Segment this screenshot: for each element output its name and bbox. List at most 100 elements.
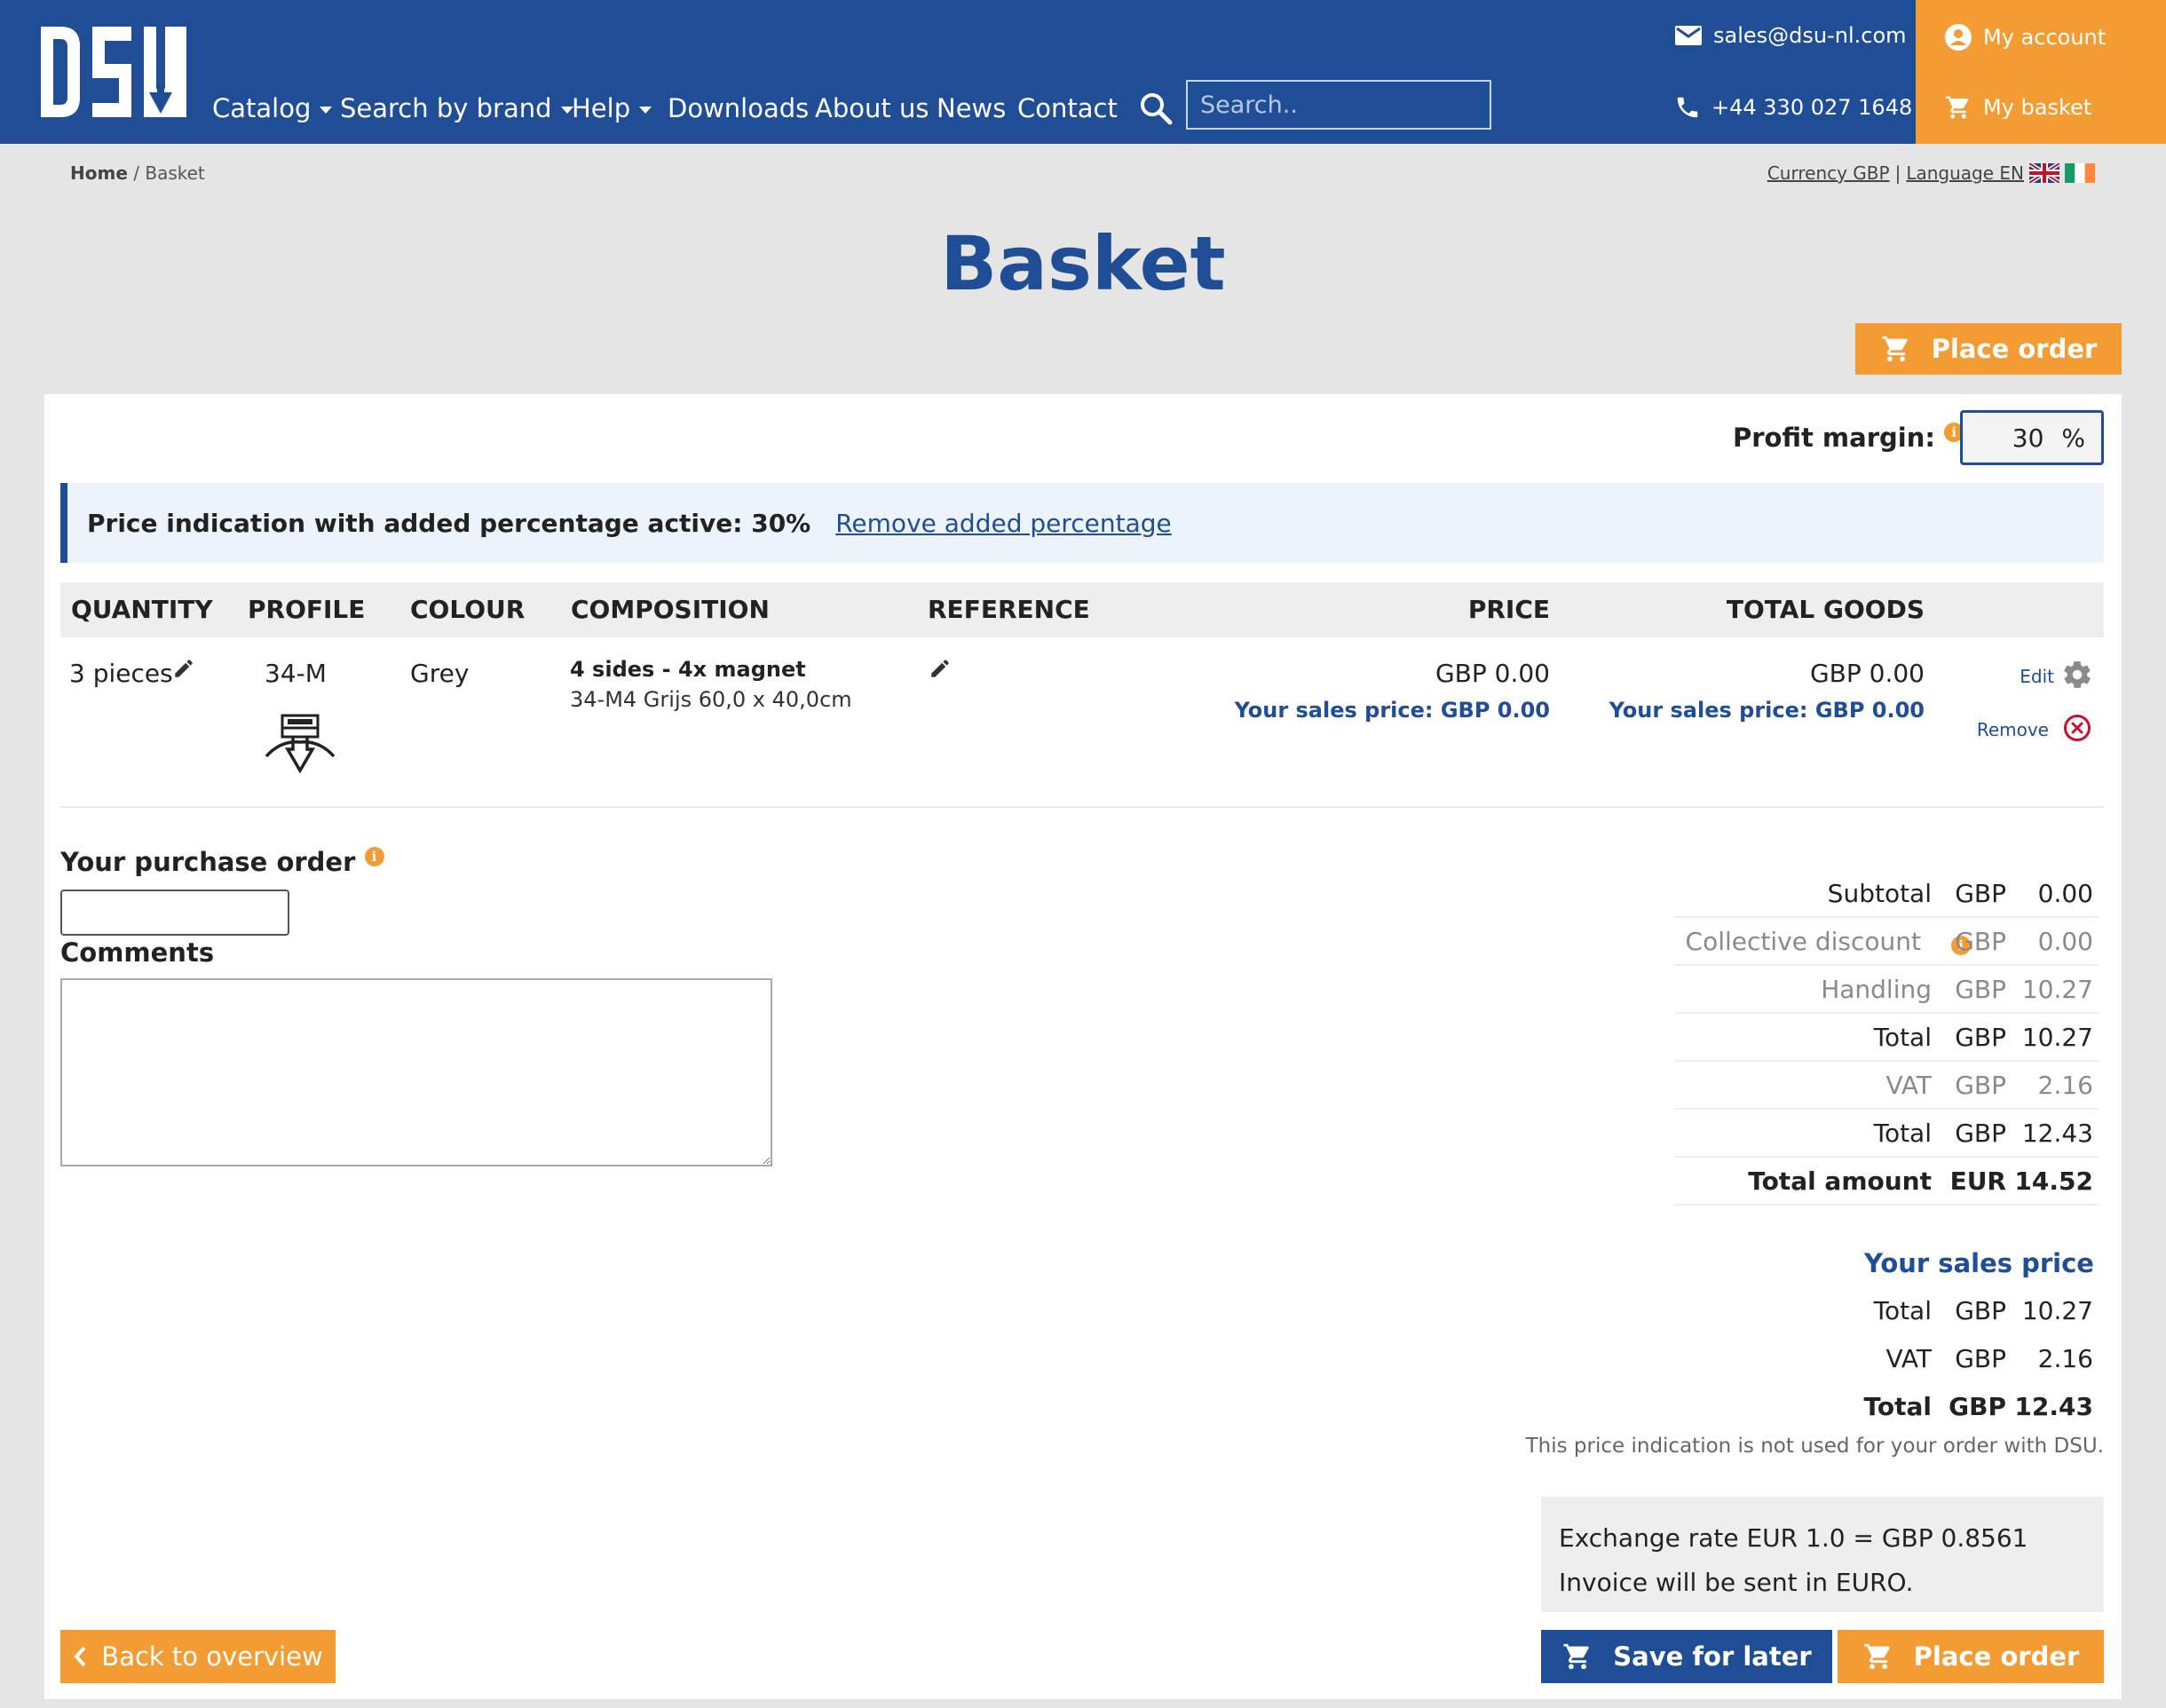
col-reference: REFERENCE xyxy=(928,595,1090,624)
save-for-later-button[interactable]: Save for later xyxy=(1541,1630,1832,1683)
search-icon[interactable] xyxy=(1138,91,1174,126)
chevron-down-icon xyxy=(639,107,652,114)
my-account-text: My account xyxy=(1983,25,2107,50)
composition-title: 4 sides - 4x magnet xyxy=(570,657,806,682)
sales-row-total: Total GBP 10.27 xyxy=(1873,1296,2093,1325)
profit-margin-label: Profit margin: i xyxy=(1733,423,1964,453)
purchase-order-input[interactable] xyxy=(60,890,289,936)
my-basket-text: My basket xyxy=(1983,95,2092,120)
table-header: QUANTITY PROFILE COLOUR COMPOSITION REFE… xyxy=(60,582,2104,637)
col-colour: COLOUR xyxy=(410,595,526,624)
save-for-later-label: Save for later xyxy=(1613,1641,1812,1672)
col-total-goods: TOTAL GOODS xyxy=(1726,595,1925,624)
sales-price-note: This price indication is not used for yo… xyxy=(1525,1435,2104,1458)
language-link[interactable]: Language EN xyxy=(1906,162,2024,184)
ie-flag-icon[interactable] xyxy=(2065,163,2095,183)
summary-row-total-incl-vat: Total GBP 12.43 xyxy=(1674,1110,2099,1158)
back-label: Back to overview xyxy=(101,1641,323,1672)
currency-language-switcher: Currency GBP | Language EN xyxy=(1767,162,2095,184)
page-title: Basket xyxy=(940,220,1226,307)
summary-row-collective-discount: Collective discount i GBP 0.00 xyxy=(1674,918,2099,966)
profile-drawing-icon xyxy=(265,714,336,774)
uk-flag-icon[interactable] xyxy=(2029,163,2059,183)
place-order-button-bottom[interactable]: Place order xyxy=(1838,1630,2104,1683)
price-text: GBP 0.00 xyxy=(1435,659,1550,688)
colour-text: Grey xyxy=(410,659,470,688)
profit-margin-unit: % xyxy=(2061,423,2085,453)
user-circle-icon xyxy=(1945,24,1972,51)
profit-margin-value: 30 xyxy=(2012,423,2044,453)
my-account-link[interactable]: My account xyxy=(1944,23,2106,51)
sales-row-total-incl-vat: Total GBP 12.43 xyxy=(1863,1392,2094,1421)
pencil-icon[interactable] xyxy=(929,657,952,680)
currency-link[interactable]: Currency GBP xyxy=(1767,162,1890,184)
search-input[interactable] xyxy=(1186,80,1491,130)
price-sales-text: Your sales price: GBP 0.00 xyxy=(1234,698,1550,723)
col-profile: PROFILE xyxy=(248,595,366,624)
cart-icon xyxy=(1563,1643,1589,1670)
summary-row-total-amount: Total amount EUR 14.52 xyxy=(1674,1158,2099,1206)
sales-row-vat: VAT GBP 2.16 xyxy=(1885,1344,2093,1373)
phone-link[interactable]: +44 330 027 1648 xyxy=(1674,94,1912,121)
comments-label: Comments xyxy=(60,937,215,968)
invoice-currency-text: Invoice will be sent in EURO. xyxy=(1559,1568,1914,1597)
exchange-rate-box: Exchange rate EUR 1.0 = GBP 0.8561 Invoi… xyxy=(1541,1497,2104,1612)
sales-price-heading: Your sales price xyxy=(1864,1248,2094,1278)
breadcrumb-current: Basket xyxy=(145,162,205,184)
dsu-logo[interactable] xyxy=(41,27,186,117)
edit-link[interactable]: Edit xyxy=(2020,666,2054,687)
email-text: sales@dsu-nl.com xyxy=(1713,23,1907,48)
breadcrumb-home[interactable]: Home xyxy=(70,162,128,184)
col-price: PRICE xyxy=(1467,595,1550,624)
nav-contact[interactable]: Contact xyxy=(1017,91,1118,126)
price-indication-notice: Price indication with added percentage a… xyxy=(60,483,2104,563)
cart-icon xyxy=(1882,336,1908,362)
my-basket-link[interactable]: My basket xyxy=(1944,94,2091,121)
total-goods-text: GBP 0.00 xyxy=(1809,659,1925,688)
summary-row-total: Total GBP 10.27 xyxy=(1674,1014,2099,1062)
nav-search-by-brand[interactable]: Search by brand xyxy=(340,91,573,126)
back-to-overview-button[interactable]: Back to overview xyxy=(60,1630,336,1683)
breadcrumb-separator: / xyxy=(127,162,146,184)
total-goods-sales-text: Your sales price: GBP 0.00 xyxy=(1609,698,1925,723)
email-link[interactable]: sales@dsu-nl.com xyxy=(1674,23,1907,48)
profit-margin-input[interactable]: 30 % xyxy=(1960,410,2104,465)
col-quantity: QUANTITY xyxy=(71,595,213,624)
pencil-icon[interactable] xyxy=(172,657,195,680)
comments-textarea[interactable] xyxy=(60,978,772,1166)
profile-text: 34-M xyxy=(265,659,327,688)
nav-help[interactable]: Help xyxy=(572,91,652,126)
gear-icon[interactable] xyxy=(2061,659,2093,691)
breadcrumb: Home / Basket xyxy=(70,162,205,184)
place-order-label: Place order xyxy=(1931,334,2098,364)
site-header: Catalog Search by brand Help Downloads A… xyxy=(0,0,2166,144)
remove-percentage-link[interactable]: Remove added percentage xyxy=(835,509,1172,538)
mail-icon xyxy=(1675,26,1702,45)
notice-text: Price indication with added percentage a… xyxy=(87,508,811,538)
locale-separator: | xyxy=(1894,162,1901,184)
account-panel: My account My basket xyxy=(1916,0,2166,144)
remove-circle-icon[interactable] xyxy=(2063,714,2091,742)
row-divider xyxy=(60,806,2104,808)
cart-icon xyxy=(1946,96,1969,119)
info-icon[interactable]: i xyxy=(364,847,384,866)
summary-row-vat: VAT GBP 2.16 xyxy=(1674,1062,2099,1110)
composition-detail: 34-M4 Grijs 60,0 x 40,0cm xyxy=(570,687,852,712)
quantity-cell: 3 pieces xyxy=(69,659,173,688)
place-order-label: Place order xyxy=(1913,1641,2080,1672)
summary-row-subtotal: Subtotal GBP 0.00 xyxy=(1674,870,2099,918)
exchange-rate-text: Exchange rate EUR 1.0 = GBP 0.8561 xyxy=(1559,1523,2028,1553)
place-order-button-top[interactable]: Place order xyxy=(1855,323,2122,375)
summary-row-handling: Handling GBP 10.27 xyxy=(1674,966,2099,1014)
nav-news[interactable]: News xyxy=(937,91,1006,126)
remove-link[interactable]: Remove xyxy=(1977,719,2049,740)
nav-downloads[interactable]: Downloads xyxy=(668,91,809,126)
quantity-text: 3 pieces xyxy=(69,659,173,688)
nav-about-us[interactable]: About us xyxy=(815,91,929,126)
chevron-left-icon xyxy=(74,1646,86,1667)
nav-catalog[interactable]: Catalog xyxy=(212,91,333,126)
cart-icon xyxy=(1864,1643,1890,1670)
phone-icon xyxy=(1677,97,1698,118)
chevron-down-icon xyxy=(320,107,333,114)
col-composition: COMPOSITION xyxy=(571,595,770,624)
